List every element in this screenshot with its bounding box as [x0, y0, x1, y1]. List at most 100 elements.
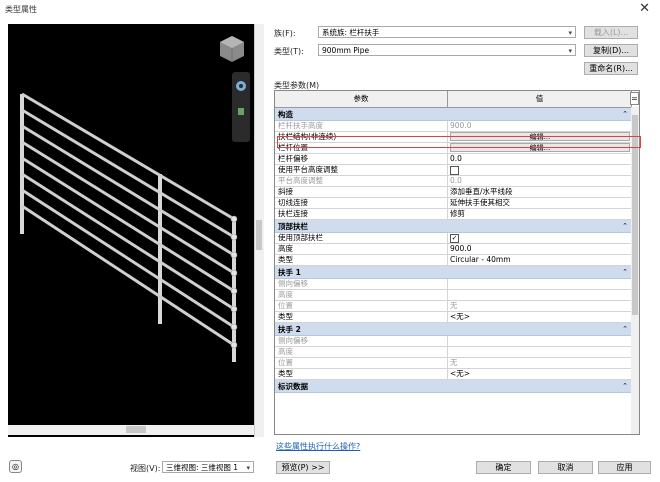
group-title: 顶部扶栏 — [278, 222, 308, 231]
collapse-chevron-icon[interactable]: ⌃ — [622, 323, 628, 336]
parameter-name: 类型 — [275, 369, 448, 379]
parameter-name: 栏杆位置 — [275, 143, 448, 153]
parameter-row[interactable]: 使用顶部扶栏 ✓ — [275, 233, 632, 244]
navigation-bar[interactable] — [232, 72, 250, 142]
duplicate-button[interactable]: 复制(D)... — [584, 44, 638, 57]
rename-button[interactable]: 重命名(R)... — [584, 62, 638, 75]
edit-button[interactable]: 编辑... — [450, 132, 630, 141]
parameter-value[interactable] — [448, 336, 632, 346]
parameter-value[interactable]: 0.0 — [448, 154, 632, 164]
title-bar: 类型属性 ✕ — [0, 0, 660, 20]
parameter-row[interactable]: 高度 900.0 — [275, 244, 632, 255]
parameter-value[interactable]: 延伸扶手使其相交 — [448, 198, 632, 208]
preview-button[interactable]: 预览(P) >> — [276, 461, 330, 474]
collapse-chevron-icon[interactable]: ⌃ — [622, 108, 628, 121]
parameter-value[interactable]: 修剪 — [448, 209, 632, 219]
parameter-name: 高度 — [275, 347, 448, 357]
parameter-name: 使用平台高度调整 — [275, 165, 448, 175]
parameter-name: 栏杆偏移 — [275, 154, 448, 164]
parameter-row[interactable]: 扶栏连接 修剪 — [275, 209, 632, 220]
parameter-row[interactable]: 位置无 — [275, 301, 632, 312]
parameter-row[interactable]: 扶栏结构(非连续) 编辑... — [275, 132, 632, 143]
parameter-row[interactable]: 高度 — [275, 290, 632, 301]
cancel-button[interactable]: 取消 — [538, 461, 593, 474]
parameter-name: 平台高度调整 — [275, 176, 448, 186]
parameter-row[interactable]: 侧向偏移 — [275, 336, 632, 347]
parameter-value[interactable] — [448, 347, 632, 357]
parameter-row[interactable]: 类型 Circular - 40mm — [275, 255, 632, 266]
parameter-value[interactable] — [448, 290, 632, 300]
parameter-name: 位置 — [275, 301, 448, 311]
help-link[interactable]: 这些属性执行什么操作? — [276, 441, 360, 452]
parameter-row[interactable]: 栏杆扶手高度 900.0 — [275, 121, 632, 132]
parameter-value[interactable]: 无 — [448, 358, 632, 368]
parameter-row[interactable]: 类型 <无> — [275, 312, 632, 323]
parameter-name: 侧向偏移 — [275, 336, 448, 346]
parameter-value[interactable]: 无 — [448, 301, 632, 311]
window-title: 类型属性 — [5, 5, 37, 14]
chevron-down-icon: ▾ — [568, 29, 572, 37]
column-header-value: 值 — [448, 91, 632, 107]
group-title: 扶手 2 — [278, 325, 301, 334]
navigation-wheel-icon[interactable] — [232, 72, 250, 142]
parameter-row[interactable]: 斜接 添加垂直/水平线段 — [275, 187, 632, 198]
close-icon[interactable]: ✕ — [639, 1, 650, 16]
parameter-row[interactable]: 侧向偏移 — [275, 279, 632, 290]
parameter-row[interactable]: 切线连接 延伸扶手使其相交 — [275, 198, 632, 209]
group-header[interactable]: 扶手 2 ⌃ — [275, 323, 632, 336]
viewcube-icon — [220, 36, 244, 62]
chevron-down-icon: ▾ — [246, 464, 250, 472]
parameter-row[interactable]: 平台高度调整 0.0 — [275, 176, 632, 187]
parameter-value[interactable]: 添加垂直/水平线段 — [448, 187, 632, 197]
edit-button[interactable]: 编辑... — [450, 143, 630, 152]
collapse-chevron-icon[interactable]: ⌃ — [622, 220, 628, 233]
view-settings-icon[interactable]: ◎ — [9, 460, 22, 473]
checkbox-checked[interactable]: ✓ — [450, 233, 459, 243]
parameter-name: 高度 — [275, 244, 448, 254]
parameter-row[interactable]: 栏杆位置 编辑... — [275, 143, 632, 154]
grid-vertical-scrollbar[interactable] — [631, 107, 639, 434]
parameter-value[interactable]: <无> — [448, 312, 632, 322]
view-select[interactable]: 三维视图: 三维视图 1 ▾ — [162, 461, 254, 473]
type-label: 类型(T): — [274, 47, 304, 56]
column-header-parameter: 参数 — [275, 91, 448, 107]
preview-viewport[interactable] — [8, 24, 254, 437]
type-parameters-grid[interactable]: 参数 值 构造 ⌃ 栏杆扶手高度 900.0 扶栏结构(非连续) 编辑... 栏杆位置 编辑.… — [274, 90, 640, 435]
preview-horizontal-scrollbar[interactable] — [8, 425, 254, 435]
parameter-row[interactable]: 类型 <无> — [275, 369, 632, 380]
parameter-value[interactable] — [448, 279, 632, 289]
parameter-name: 扶栏连接 — [275, 209, 448, 219]
group-header[interactable]: 标识数据 ⌃ — [275, 380, 632, 393]
family-select[interactable]: 系统族: 栏杆扶手 ▾ — [318, 26, 576, 38]
parameter-value[interactable]: 900.0 — [448, 244, 632, 254]
collapse-chevron-icon[interactable]: ⌃ — [622, 266, 628, 279]
group-header[interactable]: 扶手 1 ⌃ — [275, 266, 632, 279]
group-header[interactable]: 顶部扶栏 ⌃ — [275, 220, 632, 233]
ok-button[interactable]: 确定 — [476, 461, 531, 474]
parameter-name: 高度 — [275, 290, 448, 300]
parameter-name: 切线连接 — [275, 198, 448, 208]
parameter-value[interactable]: 0.0 — [448, 176, 632, 186]
parameter-row[interactable]: 高度 — [275, 347, 632, 358]
group-header[interactable]: 构造 ⌃ — [275, 108, 632, 121]
apply-button[interactable]: 应用 — [598, 461, 651, 474]
parameter-value[interactable]: <无> — [448, 369, 632, 379]
parameter-name: 类型 — [275, 255, 448, 265]
parameter-name: 侧向偏移 — [275, 279, 448, 289]
view-label: 视图(V): — [130, 464, 161, 473]
type-select[interactable]: 900mm Pipe ▾ — [318, 44, 576, 56]
group-toggle-button[interactable]: = — [630, 92, 639, 105]
parameter-row[interactable]: 栏杆偏移 0.0 — [275, 154, 632, 165]
load-button[interactable]: 载入(L)... — [584, 26, 638, 39]
parameter-value[interactable]: Circular - 40mm — [448, 255, 632, 265]
collapse-chevron-icon[interactable]: ⌃ — [622, 380, 628, 393]
chevron-down-icon: ▾ — [568, 47, 572, 55]
parameter-row[interactable]: 使用平台高度调整 — [275, 165, 632, 176]
parameter-value[interactable]: 900.0 — [448, 121, 632, 131]
parameter-name: 栏杆扶手高度 — [275, 121, 448, 131]
group-title: 标识数据 — [278, 382, 308, 391]
checkbox-unchecked[interactable] — [450, 165, 459, 175]
family-label: 族(F): — [274, 29, 296, 38]
parameter-row[interactable]: 位置无 — [275, 358, 632, 369]
preview-vertical-scrollbar[interactable] — [254, 24, 264, 437]
